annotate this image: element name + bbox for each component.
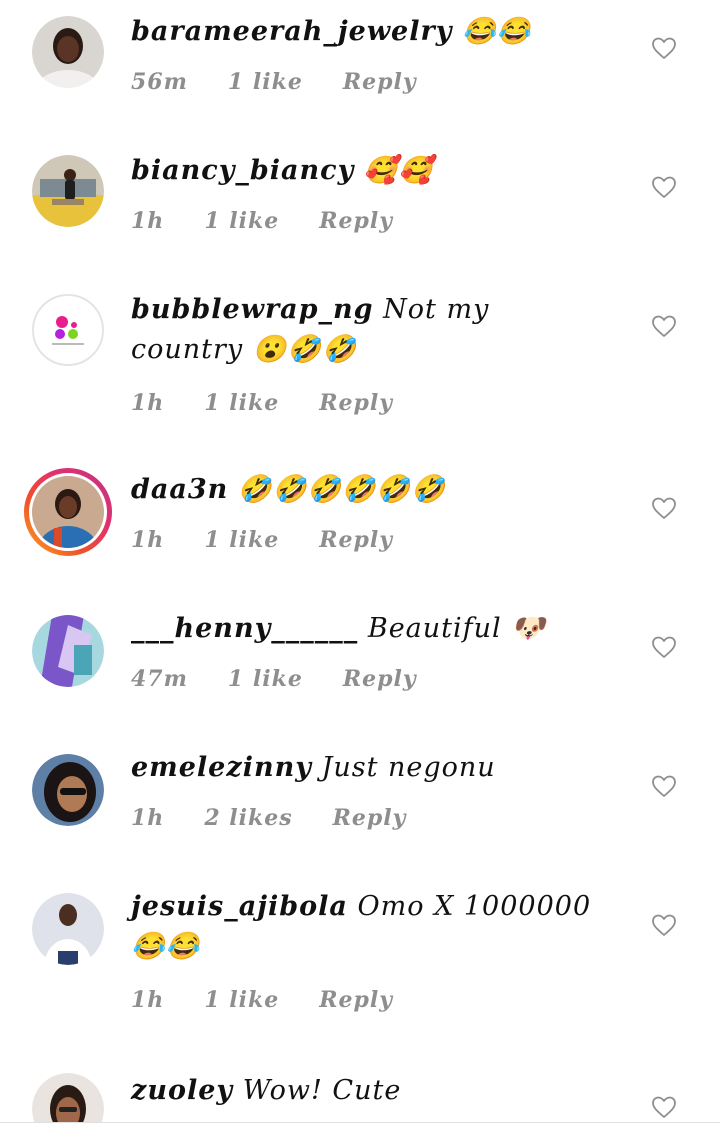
comment-text-line: zuoley Wow! Cute (131, 1071, 611, 1111)
heart-outline-icon[interactable] (651, 175, 677, 199)
comment-likes[interactable]: 1 like (204, 985, 279, 1015)
comment-item: emelezinny Just negonu 1h 2 likes Reply (0, 732, 720, 871)
comment-likes[interactable]: 1 like (204, 525, 279, 555)
comment-username[interactable]: emelezinny (131, 752, 312, 783)
comment-item: ___henny______ Beautiful 🐶 47m 1 like Repl… (0, 593, 720, 732)
reply-button[interactable]: Reply (319, 206, 393, 236)
comment-time: 1h (131, 208, 165, 234)
avatar-photo (32, 16, 104, 88)
comment-likes[interactable]: 1 like (204, 206, 279, 236)
avatar-photo (32, 615, 104, 687)
reply-button[interactable]: Reply (319, 388, 393, 418)
reply-button[interactable]: Reply (343, 664, 417, 694)
comment-time: 1h (131, 390, 165, 416)
avatar-photo (34, 296, 102, 364)
reply-button[interactable]: Reply (343, 67, 417, 97)
comment-username[interactable]: zuoley (131, 1075, 233, 1106)
comment-username[interactable]: jesuis_ajibola (131, 891, 348, 922)
reply-button[interactable]: Reply (319, 525, 393, 555)
comment-item: jesuis_ajibola Omo X 1000000 😂😂 1h 1 like… (0, 871, 720, 1051)
comment-text: Wow! Cute (242, 1075, 402, 1106)
avatar[interactable] (32, 1073, 104, 1122)
comment-text: Just negonu (321, 752, 496, 783)
avatar[interactable] (32, 16, 104, 88)
avatar[interactable] (32, 754, 104, 826)
avatar-photo (32, 754, 104, 826)
heart-outline-icon[interactable] (651, 774, 677, 798)
comment-text-line: jesuis_ajibola Omo X 1000000 😂😂 (131, 887, 611, 967)
avatar[interactable] (32, 615, 104, 687)
comment-item: biancy_biancy 🥰🥰 1h 1 like Reply (0, 135, 720, 274)
avatar[interactable] (32, 294, 104, 366)
avatar[interactable] (32, 155, 104, 227)
comment-username[interactable]: barameerah_jewelry (131, 16, 452, 47)
comment-likes[interactable]: 1 like (204, 388, 279, 418)
comments-list: barameerah_jewelry 😂😂 56m 1 like Reply bia… (0, 0, 720, 1143)
comment-time: 1h (131, 527, 165, 553)
comment-text: Beautiful 🐶 (367, 613, 546, 644)
heart-outline-icon[interactable] (651, 1095, 677, 1119)
comment-text-line: barameerah_jewelry 😂😂 (131, 12, 611, 52)
comment-text-line: biancy_biancy 🥰🥰 (131, 151, 611, 191)
comment-meta: 1h 2 likes Reply (131, 803, 406, 833)
comment-meta: 1h 1 like Reply (131, 388, 393, 418)
avatar-photo (32, 155, 104, 227)
avatar-photo (32, 1073, 104, 1122)
heart-outline-icon[interactable] (651, 36, 677, 60)
avatar[interactable] (32, 893, 104, 965)
comment-item: barameerah_jewelry 😂😂 56m 1 like Reply (0, 0, 720, 135)
comment-meta: 47m 1 like Reply (131, 664, 417, 694)
comment-likes[interactable]: 2 likes (204, 803, 292, 833)
comment-time: 1h (131, 987, 165, 1013)
comment-username[interactable]: daa3n (131, 474, 228, 505)
comment-text-line: bubblewrap_ng Not my country 😮🤣🤣 (131, 290, 611, 370)
comment-username[interactable]: biancy_biancy (131, 155, 354, 186)
reply-button[interactable]: Reply (319, 985, 393, 1015)
comment-username[interactable]: ___henny______ (131, 613, 358, 644)
heart-outline-icon[interactable] (651, 314, 677, 338)
comment-text-line: ___henny______ Beautiful 🐶 (131, 609, 611, 649)
comment-text: 🥰🥰 (363, 155, 434, 186)
comment-likes[interactable]: 1 like (228, 67, 303, 97)
avatar-story-ring[interactable] (24, 468, 112, 556)
heart-outline-icon[interactable] (651, 635, 677, 659)
comment-meta: 56m 1 like Reply (131, 67, 417, 97)
comment-likes[interactable]: 1 like (228, 664, 303, 694)
comment-meta: 1h 1 like Reply (131, 525, 393, 555)
comment-text: 😂😂 (462, 16, 532, 47)
comment-username[interactable]: bubblewrap_ng (131, 294, 374, 325)
comment-meta: 1h 1 like Reply (131, 985, 393, 1015)
comment-item: daa3n 🤣🤣🤣🤣🤣🤣 1h 1 like Reply (0, 454, 720, 593)
comment-text-line: daa3n 🤣🤣🤣🤣🤣🤣 (131, 470, 611, 510)
comment-item: zuoley Wow! Cute (0, 1051, 720, 1122)
reply-button[interactable]: Reply (333, 803, 407, 833)
comment-time: 56m (131, 69, 188, 95)
heart-outline-icon[interactable] (651, 496, 677, 520)
comment-meta: 1h 1 like Reply (131, 206, 393, 236)
avatar-photo (32, 893, 104, 965)
avatar-photo (32, 476, 104, 548)
comment-text-line: emelezinny Just negonu (131, 748, 611, 788)
heart-outline-icon[interactable] (651, 913, 677, 937)
comment-text: 🤣🤣🤣🤣🤣🤣 (237, 474, 446, 505)
comment-item: bubblewrap_ng Not my country 😮🤣🤣 1h 1 lik… (0, 274, 720, 454)
bottom-divider (0, 1122, 720, 1123)
comment-time: 1h (131, 805, 165, 831)
comment-time: 47m (131, 666, 188, 692)
